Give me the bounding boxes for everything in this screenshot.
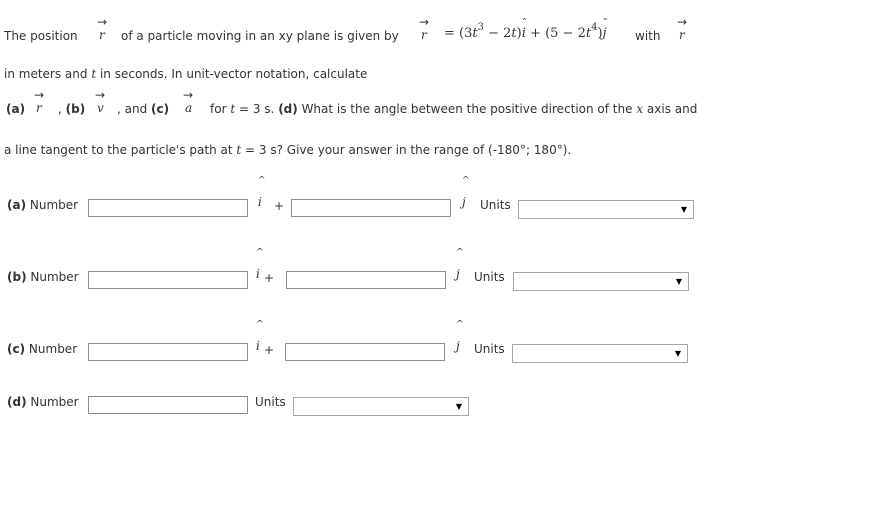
question-text-of-particle: of a particle moving in an xy plane is g… xyxy=(121,29,399,43)
question-line-3-rest: for t = 3 s. (d) What is the angle betwe… xyxy=(210,102,698,116)
vector-v-symbol: → v xyxy=(95,88,106,115)
answer-b-j-input[interactable] xyxy=(286,271,446,289)
answer-d-units-select[interactable]: ▼ xyxy=(293,397,469,416)
caret-down-icon: ▼ xyxy=(674,349,681,358)
answer-b-units-label: Units xyxy=(474,270,505,284)
answer-d-units-label: Units xyxy=(255,395,286,409)
vector-r-symbol: → r xyxy=(677,15,688,42)
j-unit-vector: ^ j xyxy=(456,248,464,281)
answer-d-input[interactable] xyxy=(88,396,248,414)
answer-c-label: (c) Number xyxy=(7,342,78,356)
plus-sign: + xyxy=(264,343,275,357)
question-part-b-label: , (b) xyxy=(58,102,86,116)
j-unit-vector: ^ j xyxy=(462,176,470,209)
answer-c-units-select[interactable]: ▼ xyxy=(512,344,688,363)
answer-a-units-label: Units xyxy=(480,198,511,212)
answer-b-label: (b) Number xyxy=(7,270,79,284)
caret-down-icon: ▼ xyxy=(680,205,687,214)
i-unit-vector: ^ i xyxy=(256,320,264,353)
question-text-position: The position xyxy=(4,29,78,43)
question-text-with: with xyxy=(635,29,661,43)
vector-r-symbol: → r xyxy=(34,88,45,115)
answer-a-j-input[interactable] xyxy=(291,199,451,217)
answer-c-j-input[interactable] xyxy=(285,343,445,361)
answer-a-label: (a) Number xyxy=(7,198,79,212)
answer-b-i-input[interactable] xyxy=(88,271,248,289)
position-formula: = (3t3 − 2t)i + (5 − 2t4)j xyxy=(444,22,607,41)
answer-c-i-input[interactable] xyxy=(88,343,248,361)
caret-down-icon: ▼ xyxy=(675,277,682,286)
question-part-a-label: (a) xyxy=(6,102,26,116)
vector-r-symbol: → r xyxy=(419,15,430,42)
answer-a-i-input[interactable] xyxy=(88,199,248,217)
plus-sign: + xyxy=(274,199,285,213)
vector-a-symbol: → a xyxy=(183,88,194,115)
answer-b-units-select[interactable]: ▼ xyxy=(513,272,689,291)
question-line-2: in meters and t in seconds. In unit-vect… xyxy=(4,67,368,81)
vector-r-symbol: → r xyxy=(97,15,108,42)
caret-down-icon: ▼ xyxy=(455,402,462,411)
answer-a-units-select[interactable]: ▼ xyxy=(518,200,694,219)
i-unit-vector: ^ i xyxy=(256,248,264,281)
answer-c-units-label: Units xyxy=(474,342,505,356)
question-line-4: a line tangent to the particle's path at… xyxy=(4,143,572,157)
i-unit-vector: ^ i xyxy=(258,176,266,209)
j-unit-vector: ^ j xyxy=(456,320,464,353)
answer-d-label: (d) Number xyxy=(7,395,79,409)
question-part-c-label: , and (c) xyxy=(117,102,170,116)
plus-sign: + xyxy=(264,271,275,285)
